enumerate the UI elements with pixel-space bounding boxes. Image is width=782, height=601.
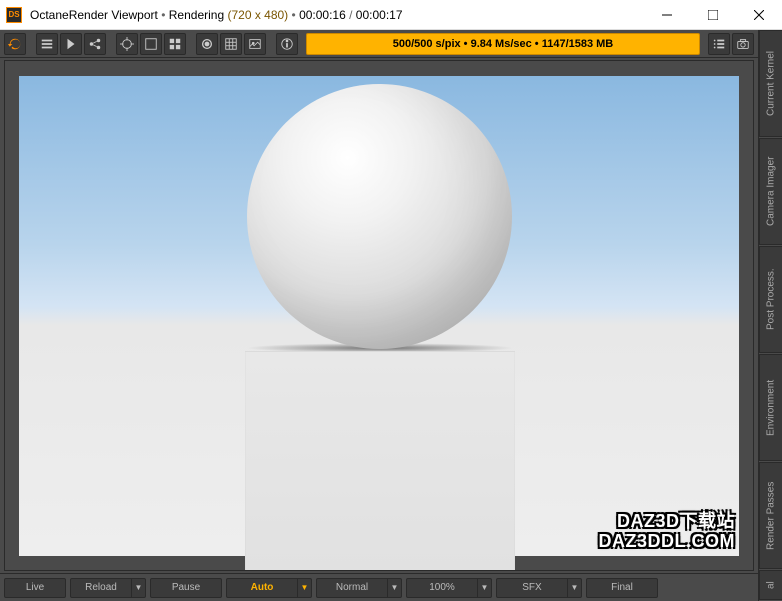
tab-render-passes[interactable]: Render Passes <box>759 462 782 569</box>
app-icon: DS <box>6 7 22 23</box>
title-app: OctaneRender Viewport <box>30 8 158 22</box>
maximize-button[interactable] <box>690 0 736 29</box>
reload-button[interactable]: Reload <box>70 578 132 598</box>
record-button[interactable] <box>196 33 218 55</box>
grid4-button[interactable] <box>164 33 186 55</box>
normal-button[interactable]: Normal <box>316 578 388 598</box>
frame-button[interactable] <box>140 33 162 55</box>
info-button[interactable] <box>276 33 298 55</box>
render-viewport[interactable]: DAZ3D下载站 DAZ3DDL.COM <box>19 76 739 556</box>
viewport-container: DAZ3D下载站 DAZ3DDL.COM <box>4 60 754 571</box>
zoom-dropdown[interactable]: ▼ <box>478 578 492 598</box>
title-time-total: 00:00:17 <box>356 8 403 22</box>
image-button[interactable] <box>244 33 266 55</box>
window-title: OctaneRender Viewport • Rendering (720 x… <box>30 8 644 22</box>
tab-current-kernel[interactable]: Current Kernel <box>759 30 782 137</box>
top-toolbar: 500/500 s/pix • 9.84 Ms/sec • 1147/1583 … <box>0 30 758 58</box>
side-tabs: Current Kernel Camera Imager Post Proces… <box>758 30 782 601</box>
render-sphere <box>247 84 512 349</box>
title-time-elapsed: 00:00:16 <box>299 8 346 22</box>
sfx-dropdown[interactable]: ▼ <box>568 578 582 598</box>
title-status: Rendering <box>169 8 224 22</box>
pause-button[interactable]: Pause <box>150 578 222 598</box>
title-dimensions: (720 x 480) <box>227 8 288 22</box>
auto-dropdown[interactable]: ▼ <box>298 578 312 598</box>
close-button[interactable] <box>736 0 782 29</box>
tab-post-process[interactable]: Post Process. <box>759 246 782 353</box>
tab-camera-imager[interactable]: Camera Imager <box>759 138 782 245</box>
watermark: DAZ3D下载站 DAZ3DDL.COM <box>599 512 736 552</box>
share-button[interactable] <box>84 33 106 55</box>
bottom-toolbar: Live Reload ▼ Pause Auto ▼ Normal ▼ 100%… <box>0 573 758 601</box>
auto-button[interactable]: Auto <box>226 578 298 598</box>
live-button[interactable]: Live <box>4 578 66 598</box>
normal-dropdown[interactable]: ▼ <box>388 578 402 598</box>
options-list-button[interactable] <box>708 33 730 55</box>
arrow-right-button[interactable] <box>60 33 82 55</box>
camera-button[interactable] <box>732 33 754 55</box>
zoom-button[interactable]: 100% <box>406 578 478 598</box>
grid-button[interactable] <box>220 33 242 55</box>
list-button[interactable] <box>36 33 58 55</box>
render-cube <box>245 351 515 572</box>
minimize-button[interactable] <box>644 0 690 29</box>
render-status-bar: 500/500 s/pix • 9.84 Ms/sec • 1147/1583 … <box>306 33 700 55</box>
sfx-button[interactable]: SFX <box>496 578 568 598</box>
final-button[interactable]: Final <box>586 578 658 598</box>
tab-partial[interactable]: al <box>759 570 782 600</box>
reload-dropdown[interactable]: ▼ <box>132 578 146 598</box>
target-button[interactable] <box>116 33 138 55</box>
window-titlebar: DS OctaneRender Viewport • Rendering (72… <box>0 0 782 30</box>
refresh-button[interactable] <box>4 33 26 55</box>
tab-environment[interactable]: Environment <box>759 354 782 461</box>
